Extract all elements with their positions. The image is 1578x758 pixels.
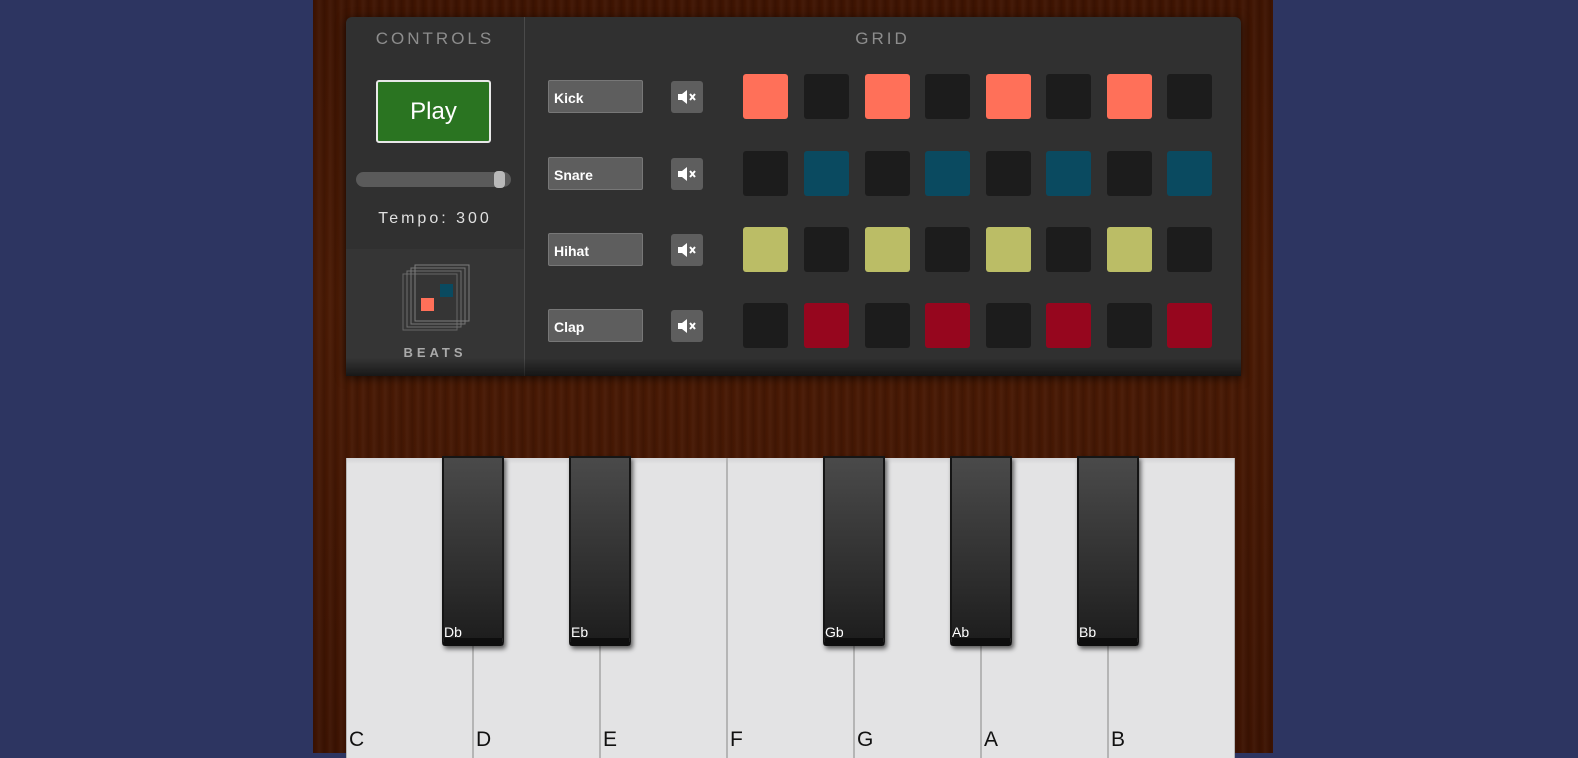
key-label: G — [857, 728, 874, 751]
step-cell-clap-4[interactable] — [925, 303, 970, 348]
key-label: A — [984, 728, 999, 751]
black-key-ab[interactable]: Ab — [950, 456, 1012, 646]
step-cell-kick-6[interactable] — [1046, 74, 1091, 119]
step-cell-snare-4[interactable] — [925, 151, 970, 196]
step-cell-hihat-1[interactable] — [743, 227, 788, 272]
step-cell-hihat-4[interactable] — [925, 227, 970, 272]
step-cell-hihat-5[interactable] — [986, 227, 1031, 272]
track-name-field[interactable]: Hihat — [548, 233, 643, 266]
black-key-db[interactable]: Db — [442, 456, 504, 646]
controls-title: CONTROLS — [375, 29, 495, 48]
track-name-field[interactable]: Clap — [548, 309, 643, 342]
tempo-readout: Tempo: 300 — [378, 210, 492, 227]
step-cell-kick-7[interactable] — [1107, 74, 1152, 119]
mute-button[interactable] — [671, 81, 703, 113]
track-name-field[interactable]: Kick — [548, 80, 643, 113]
key-label: B — [1111, 728, 1126, 751]
track-row-snare: Snare — [346, 151, 1241, 197]
step-cell-snare-8[interactable] — [1167, 151, 1212, 196]
mute-button[interactable] — [671, 310, 703, 342]
sequencer-panel: CONTROLS Play Tempo: 300 BEATS GRID Kick… — [346, 17, 1241, 376]
step-cell-clap-8[interactable] — [1167, 303, 1212, 348]
speaker-mute-icon — [678, 319, 696, 333]
black-key-eb[interactable]: Eb — [569, 456, 631, 646]
step-cell-hihat-3[interactable] — [865, 227, 910, 272]
mute-button[interactable] — [671, 234, 703, 266]
black-key-bb[interactable]: Bb — [1077, 456, 1139, 646]
step-cell-kick-4[interactable] — [925, 74, 970, 119]
grid-title: GRID — [855, 29, 910, 48]
step-cell-clap-5[interactable] — [986, 303, 1031, 348]
key-label: Ab — [952, 624, 970, 640]
speaker-mute-icon — [678, 167, 696, 181]
step-cell-kick-1[interactable] — [743, 74, 788, 119]
speaker-mute-icon — [678, 243, 696, 257]
step-cell-snare-1[interactable] — [743, 151, 788, 196]
step-cell-hihat-7[interactable] — [1107, 227, 1152, 272]
key-label: D — [476, 728, 492, 751]
step-cell-clap-3[interactable] — [865, 303, 910, 348]
step-cell-kick-8[interactable] — [1167, 74, 1212, 119]
step-cell-hihat-6[interactable] — [1046, 227, 1091, 272]
step-cell-kick-2[interactable] — [804, 74, 849, 119]
mute-button[interactable] — [671, 158, 703, 190]
key-label: Bb — [1079, 624, 1097, 640]
track-row-hihat: Hihat — [346, 227, 1241, 273]
black-key-gb[interactable]: Gb — [823, 456, 885, 646]
key-label: F — [730, 728, 743, 751]
step-cell-snare-5[interactable] — [986, 151, 1031, 196]
step-cell-hihat-2[interactable] — [804, 227, 849, 272]
speaker-mute-icon — [678, 90, 696, 104]
piano-keyboard: C D E F G A B Db Eb Gb Ab Bb — [346, 456, 1241, 758]
key-label: E — [603, 728, 618, 751]
track-name-field[interactable]: Snare — [548, 157, 643, 190]
step-cell-clap-6[interactable] — [1046, 303, 1091, 348]
step-cell-clap-2[interactable] — [804, 303, 849, 348]
step-cell-snare-3[interactable] — [865, 151, 910, 196]
step-cell-kick-3[interactable] — [865, 74, 910, 119]
step-cell-clap-1[interactable] — [743, 303, 788, 348]
step-cell-snare-2[interactable] — [804, 151, 849, 196]
track-row-kick: Kick — [346, 74, 1241, 120]
step-cell-kick-5[interactable] — [986, 74, 1031, 119]
track-row-clap: Clap — [346, 303, 1241, 349]
key-label: Eb — [571, 624, 589, 640]
key-label: Gb — [825, 624, 844, 640]
step-cell-snare-7[interactable] — [1107, 151, 1152, 196]
step-cell-hihat-8[interactable] — [1167, 227, 1212, 272]
key-label: C — [349, 728, 365, 751]
step-cell-clap-7[interactable] — [1107, 303, 1152, 348]
step-cell-snare-6[interactable] — [1046, 151, 1091, 196]
key-label: Db — [444, 624, 462, 640]
